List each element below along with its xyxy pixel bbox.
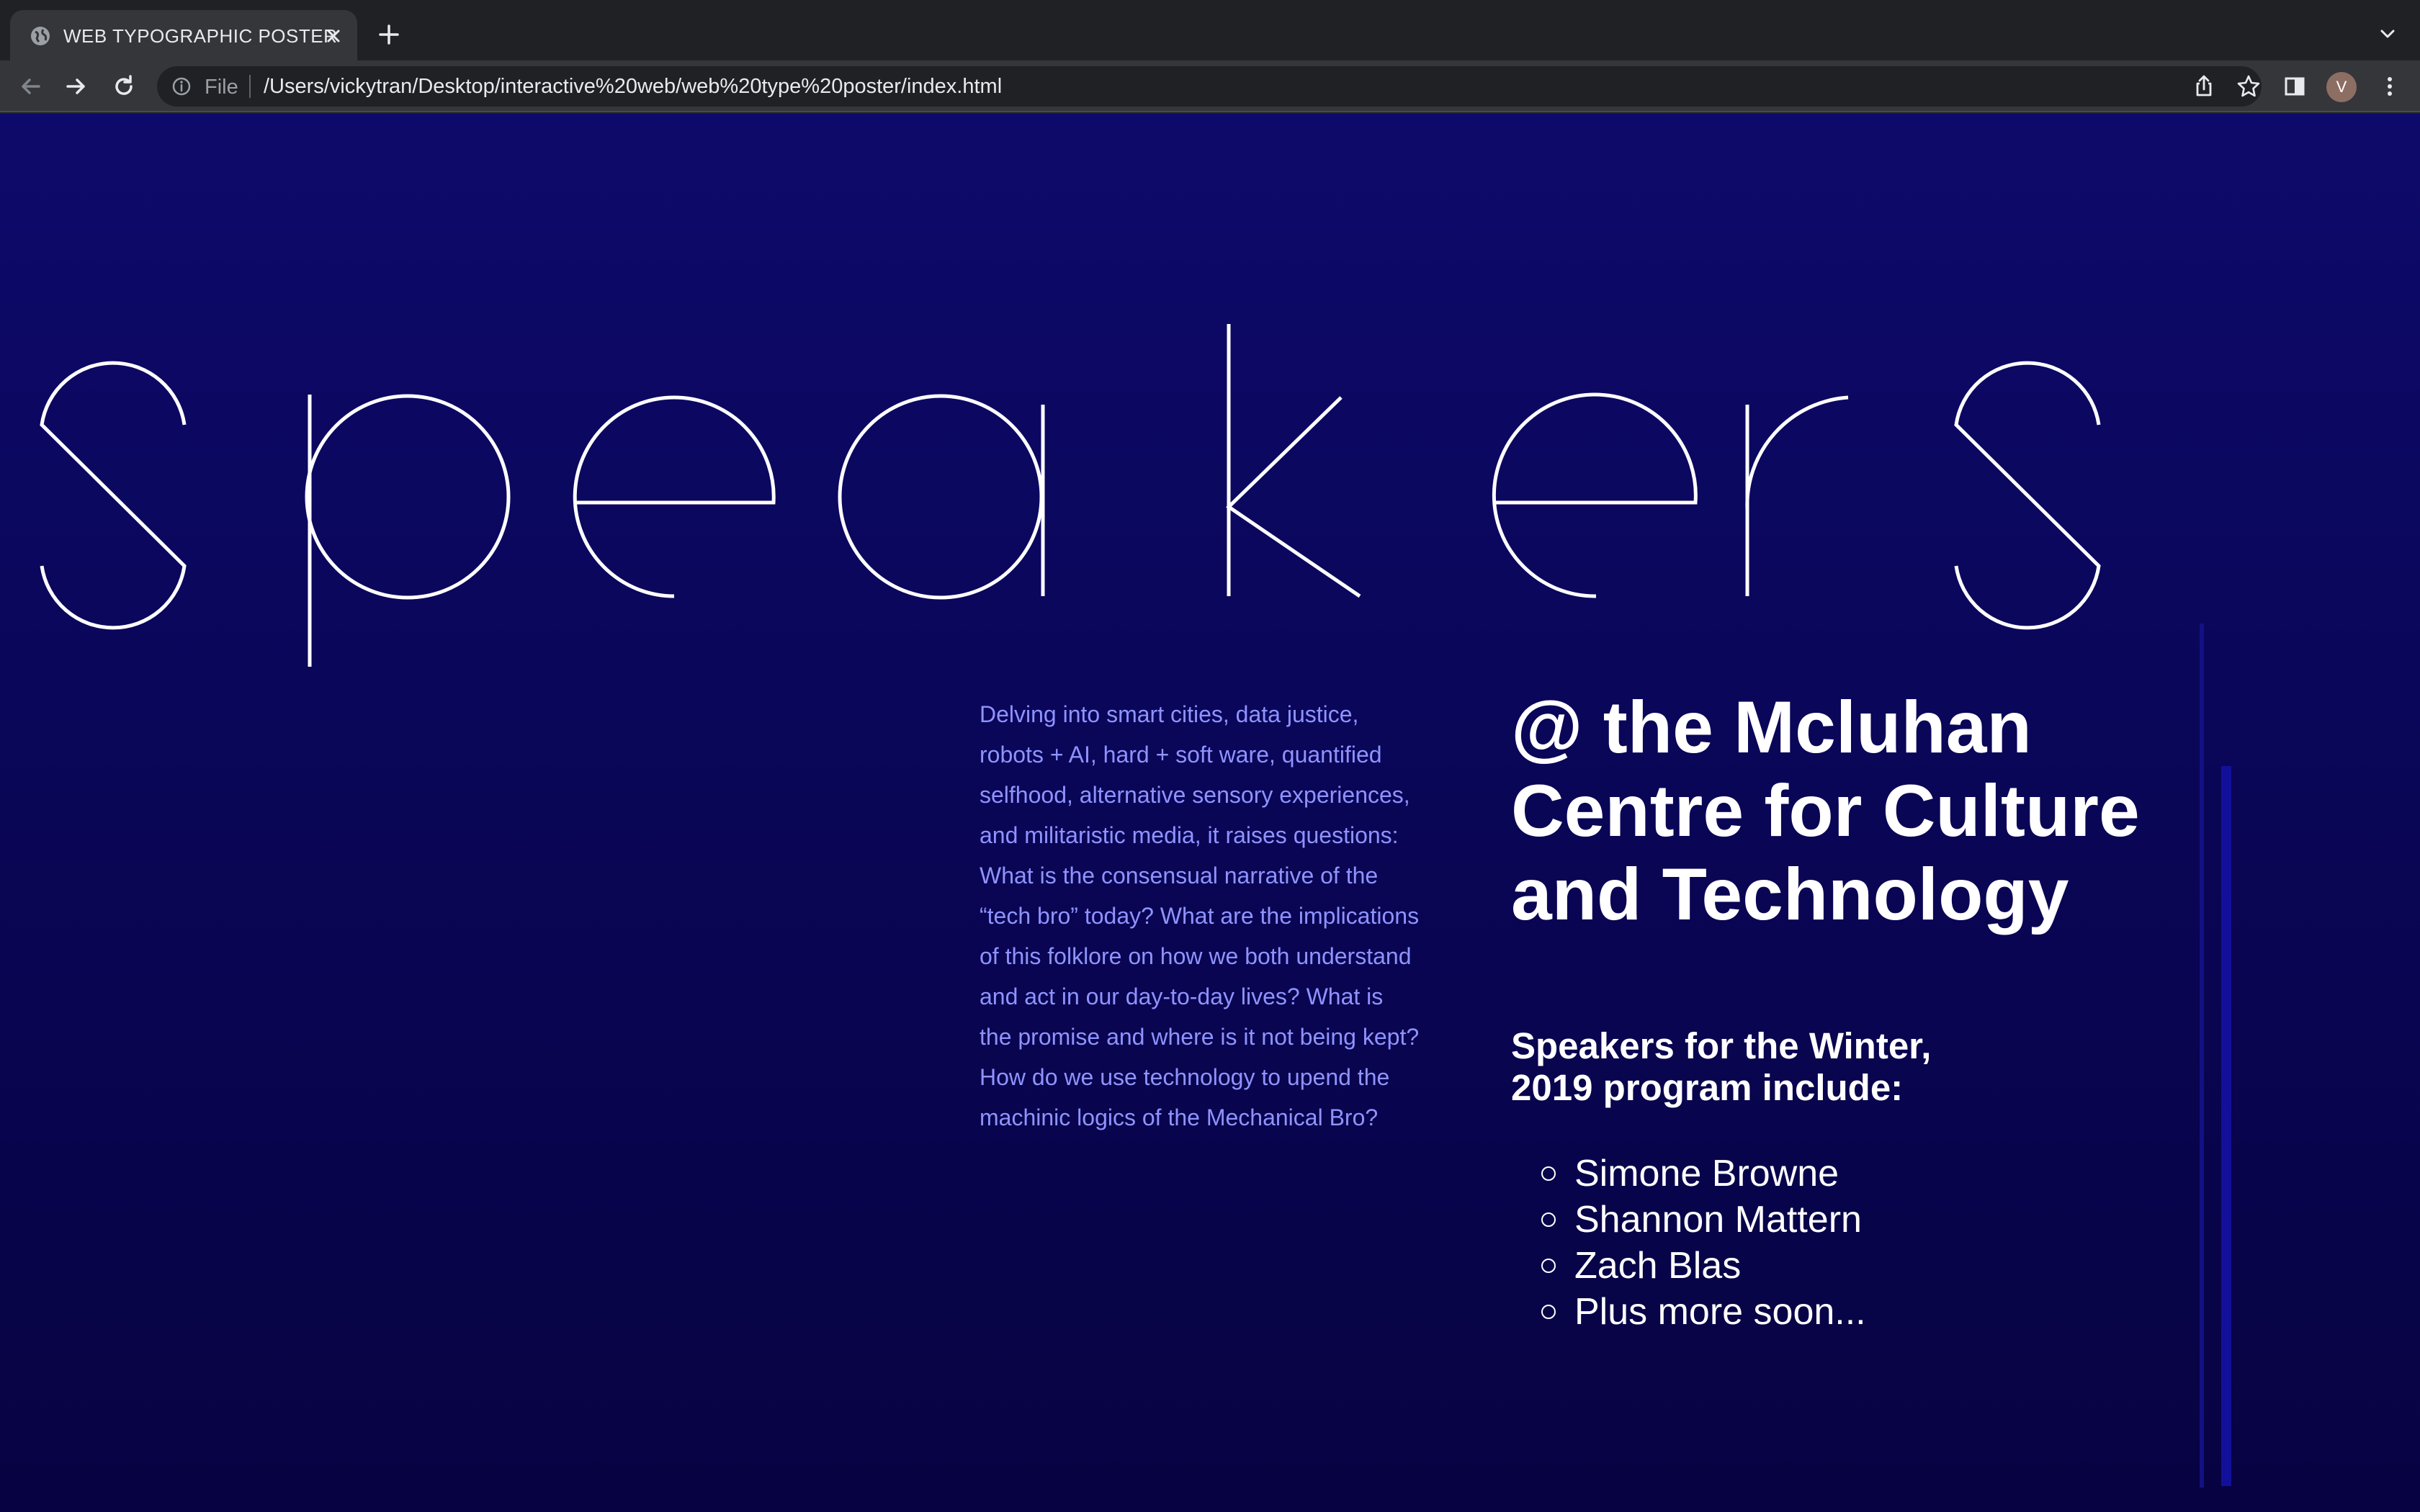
profile-avatar[interactable]: V [2326,72,2357,102]
share-icon[interactable] [2191,73,2217,99]
speaker-list: Simone Browne Shannon Mattern Zach Blas … [1511,1151,1866,1335]
url-text[interactable]: /Users/vickytran/Desktop/interactive%20w… [264,75,1002,99]
reload-icon[interactable] [111,73,137,99]
new-tab-icon[interactable] [376,22,402,48]
headline-speakers: speakers [40,324,2101,667]
headline-letter-p [305,394,511,667]
list-item: Zach Blas [1511,1243,1866,1289]
bullet-circle-icon [1541,1305,1556,1319]
intro-blurb: Delving into smart cities, data justice,… [980,701,1420,1130]
browser-tab[interactable]: WEB TYPOGRAPHIC POSTER [10,10,357,60]
headline-letter-e [1492,392,1698,598]
url-scheme-label: File [205,76,238,99]
program-heading: Speakers for the Winter, 2019 program in… [1511,1025,1932,1108]
browser-toolbar: File /Users/vickytran/Desktop/interactiv… [0,60,2420,112]
bookmark-star-icon[interactable] [2236,73,2262,99]
headline-letter-s [40,361,187,630]
close-icon[interactable] [321,24,346,48]
list-item: Plus more soon... [1511,1289,1866,1335]
speaker-name: Shannon Mattern [1574,1199,1862,1241]
more-vertical-icon[interactable] [2377,73,2403,99]
globe-icon [31,27,50,45]
browser-tab-strip: WEB TYPOGRAPHIC POSTER [0,0,2420,60]
headline-letter-k [1226,324,1361,598]
address-bar[interactable]: File /Users/vickytran/Desktop/interactiv… [157,66,2262,107]
headline-letter-e [573,395,776,598]
decorative-vertical-rule [2221,766,2231,1486]
headline-letter-s [1954,361,2101,630]
bullet-circle-icon [1541,1166,1556,1181]
chevron-down-icon[interactable] [2377,23,2398,45]
speaker-name: Zach Blas [1574,1245,1742,1287]
side-panel-icon[interactable] [2282,73,2308,99]
back-arrow-icon[interactable] [17,73,43,99]
bullet-circle-icon [1541,1212,1556,1227]
page-viewport: speakers Delving into smart cities, data… [0,114,2420,1512]
list-item: Simone Browne [1511,1151,1866,1197]
tab-title: WEB TYPOGRAPHIC POSTER [63,25,338,47]
speaker-name: Simone Browne [1574,1153,1839,1194]
headline-letter-a [838,394,1045,600]
info-icon[interactable] [171,76,192,96]
list-item: Shannon Mattern [1511,1197,1866,1243]
forward-arrow-icon[interactable] [63,73,89,99]
omnibox-divider [249,75,251,98]
bullet-circle-icon [1541,1259,1556,1273]
venue-heading: @ the Mcluhan Centre for Culture and Tec… [1511,686,2140,935]
headline-letter-r [1745,395,1849,596]
decorative-vertical-rule [2200,624,2204,1488]
speaker-name: Plus more soon... [1574,1291,1866,1333]
